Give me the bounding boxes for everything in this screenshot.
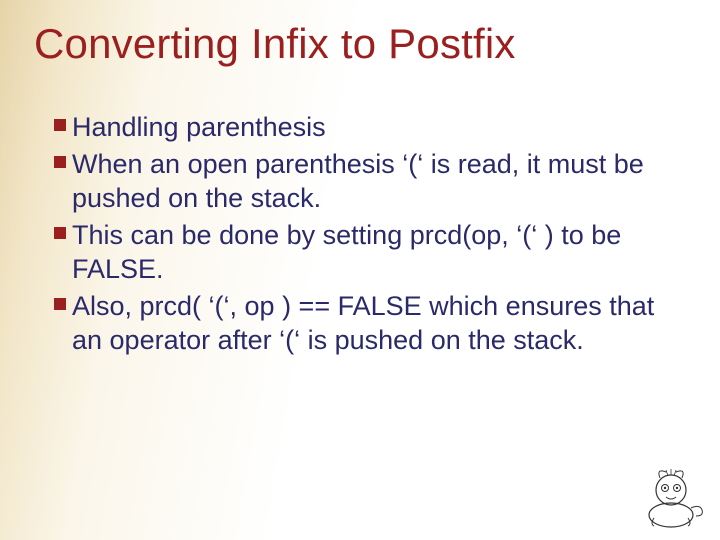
bullet-item: Handling parenthesis (54, 110, 670, 145)
slide-body: Handling parenthesis When an open parent… (54, 110, 670, 360)
bullet-item: This can be done by setting prcd(op, ‘(‘… (54, 218, 670, 287)
bullet-item: Also, prcd( ‘(‘, op ) == FALSE which ens… (54, 289, 670, 358)
bullet-text: When an open parenthesis ‘(‘ is read, it… (72, 149, 644, 214)
bullet-text: Also, prcd( ‘(‘, op ) == FALSE which ens… (72, 291, 654, 356)
bullet-item: When an open parenthesis ‘(‘ is read, it… (54, 147, 670, 216)
mascot-logo-icon (636, 460, 706, 530)
slide: Converting Infix to Postfix Handling par… (0, 0, 720, 540)
slide-title: Converting Infix to Postfix (34, 20, 686, 68)
bullet-text: This can be done by setting prcd(op, ‘(‘… (72, 220, 621, 285)
bullet-text: Handling parenthesis (72, 112, 326, 142)
